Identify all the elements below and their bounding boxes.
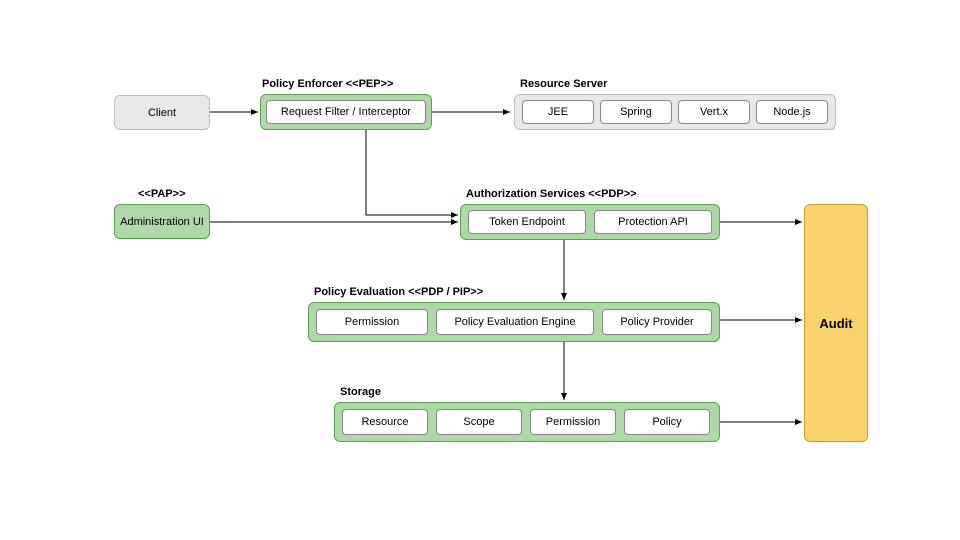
pdp-protection-api: Protection API	[594, 210, 712, 234]
st-item-0: Resource	[361, 416, 408, 428]
audit-label: Audit	[819, 316, 852, 331]
st-item-1: Scope	[463, 416, 494, 428]
client-label: Client	[148, 107, 176, 119]
audit-box: Audit	[804, 204, 868, 442]
pep-request-filter: Request Filter / Interceptor	[266, 100, 426, 124]
pdp-item-0: Token Endpoint	[489, 216, 565, 228]
pap-title: <<PAP>>	[138, 188, 186, 200]
pdp-token-endpoint: Token Endpoint	[468, 210, 586, 234]
rs-nodejs: Node.js	[756, 100, 828, 124]
rs-jee: JEE	[522, 100, 594, 124]
st-scope: Scope	[436, 409, 522, 435]
pdppip-title: Policy Evaluation <<PDP / PIP>>	[314, 286, 483, 298]
st-item-3: Policy	[652, 416, 681, 428]
pe-engine: Policy Evaluation Engine	[436, 309, 594, 335]
rs-item-3: Node.js	[773, 106, 810, 118]
pap-group: Administration UI	[114, 204, 210, 239]
storage-title: Storage	[340, 386, 381, 398]
rs-spring: Spring	[600, 100, 672, 124]
resource-server-title: Resource Server	[520, 78, 607, 90]
pep-item-0-label: Request Filter / Interceptor	[281, 106, 411, 118]
st-item-2: Permission	[546, 416, 600, 428]
pe-provider: Policy Provider	[602, 309, 712, 335]
pdp-item-1: Protection API	[618, 216, 688, 228]
pdp-title: Authorization Services <<PDP>>	[466, 188, 637, 200]
pep-title: Policy Enforcer <<PEP>>	[262, 78, 393, 90]
pe-item-0: Permission	[345, 316, 399, 328]
client-box: Client	[114, 95, 210, 130]
rs-item-2: Vert.x	[700, 106, 728, 118]
st-permission: Permission	[530, 409, 616, 435]
rs-item-1: Spring	[620, 106, 652, 118]
rs-item-0: JEE	[548, 106, 568, 118]
st-resource: Resource	[342, 409, 428, 435]
pe-item-1: Policy Evaluation Engine	[454, 316, 575, 328]
pe-permission: Permission	[316, 309, 428, 335]
st-policy: Policy	[624, 409, 710, 435]
pap-item-0: Administration UI	[120, 216, 204, 228]
pe-item-2: Policy Provider	[620, 316, 693, 328]
diagram: Client Policy Enforcer <<PEP>> Request F…	[0, 0, 960, 540]
rs-vertx: Vert.x	[678, 100, 750, 124]
